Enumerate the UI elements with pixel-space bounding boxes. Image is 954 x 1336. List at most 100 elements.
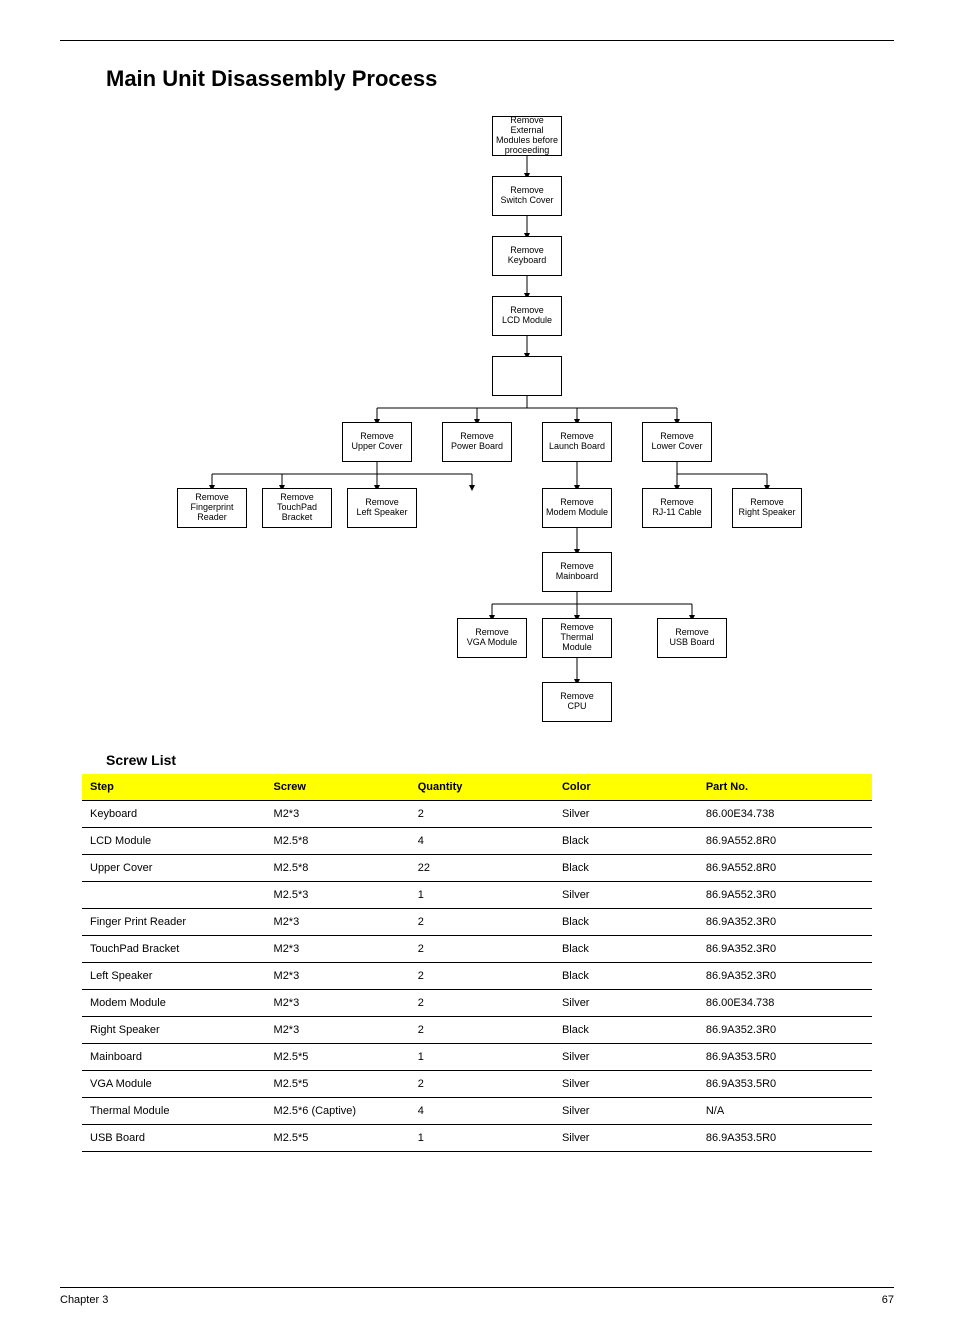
table-cell: 2 (410, 936, 554, 963)
table-row: M2.5*31Silver86.9A552.3R0 (82, 882, 872, 909)
table-row: Finger Print ReaderM2*32Black86.9A352.3R… (82, 909, 872, 936)
table-cell: Silver (554, 1044, 698, 1071)
box-usb-board: RemoveUSB Board (657, 618, 727, 658)
table-cell: Silver (554, 882, 698, 909)
table-row: Thermal ModuleM2.5*6 (Captive)4SilverN/A (82, 1098, 872, 1125)
table-cell: Silver (554, 990, 698, 1017)
table-cell: Black (554, 855, 698, 882)
box-vga-module: RemoveVGA Module (457, 618, 527, 658)
table-cell (82, 882, 266, 909)
table-cell: 1 (410, 1125, 554, 1152)
table-row: LCD ModuleM2.5*84Black86.9A552.8R0 (82, 828, 872, 855)
page-footer: Chapter 3 67 (60, 1287, 894, 1306)
table-cell: Black (554, 828, 698, 855)
table-cell: 2 (410, 1017, 554, 1044)
box-switch-cover: RemoveSwitch Cover (492, 176, 562, 216)
table-cell: Black (554, 1017, 698, 1044)
table-cell: 86.9A353.5R0 (698, 1125, 872, 1152)
table-cell: Right Speaker (82, 1017, 266, 1044)
table-cell: Upper Cover (82, 855, 266, 882)
table-cell: 86.9A552.8R0 (698, 828, 872, 855)
footer-rule (60, 1287, 894, 1288)
table-row: Upper CoverM2.5*822Black86.9A552.8R0 (82, 855, 872, 882)
table-cell: Silver (554, 801, 698, 828)
table-cell: M2*3 (266, 909, 410, 936)
table-cell: 86.00E34.738 (698, 801, 872, 828)
box-mainboard: RemoveMainboard (542, 552, 612, 592)
box-fingerprint-reader: RemoveFingerprintReader (177, 488, 247, 528)
table-cell: M2.5*3 (266, 882, 410, 909)
box-external-modules: Remove ExternalModules beforeproceeding (492, 116, 562, 156)
table-cell: 86.00E34.738 (698, 990, 872, 1017)
th-partno: Part No. (698, 774, 872, 801)
table-cell: M2.5*5 (266, 1044, 410, 1071)
th-step: Step (82, 774, 266, 801)
box-lower-cover: RemoveLower Cover (642, 422, 712, 462)
box-rj11-cable: RemoveRJ-11 Cable (642, 488, 712, 528)
box-right-speaker: RemoveRight Speaker (732, 488, 802, 528)
table-row: MainboardM2.5*51Silver86.9A353.5R0 (82, 1044, 872, 1071)
table-row: USB BoardM2.5*51Silver86.9A353.5R0 (82, 1125, 872, 1152)
table-cell: Black (554, 909, 698, 936)
table-row: Right SpeakerM2*32Black86.9A352.3R0 (82, 1017, 872, 1044)
table-cell: TouchPad Bracket (82, 936, 266, 963)
th-color: Color (554, 774, 698, 801)
table-cell: 86.9A352.3R0 (698, 963, 872, 990)
table-cell: Left Speaker (82, 963, 266, 990)
table-cell: VGA Module (82, 1071, 266, 1098)
th-qty: Quantity (410, 774, 554, 801)
box-upper-cover: RemoveUpper Cover (342, 422, 412, 462)
table-cell: 2 (410, 801, 554, 828)
table-cell: M2.5*5 (266, 1125, 410, 1152)
box-keyboard: RemoveKeyboard (492, 236, 562, 276)
box-thermal-module: RemoveThermal Module (542, 618, 612, 658)
table-cell: 86.9A552.3R0 (698, 882, 872, 909)
box-power-board: RemovePower Board (442, 422, 512, 462)
table-cell: Mainboard (82, 1044, 266, 1071)
table-cell: Silver (554, 1125, 698, 1152)
table-cell: M2.5*8 (266, 828, 410, 855)
table-cell: Finger Print Reader (82, 909, 266, 936)
table-row: Modem ModuleM2*32Silver86.00E34.738 (82, 990, 872, 1017)
table-header-row: Step Screw Quantity Color Part No. (82, 774, 872, 801)
th-screw: Screw (266, 774, 410, 801)
table-row: KeyboardM2*32Silver86.00E34.738 (82, 801, 872, 828)
table-cell: M2*3 (266, 963, 410, 990)
table-cell: 2 (410, 990, 554, 1017)
table-cell: N/A (698, 1098, 872, 1125)
table-cell: 86.9A353.5R0 (698, 1071, 872, 1098)
table-cell: 86.9A352.3R0 (698, 1017, 872, 1044)
box-hidden-spacer (492, 356, 562, 396)
table-cell: 2 (410, 1071, 554, 1098)
screw-list-title: Screw List (106, 752, 894, 768)
table-cell: M2*3 (266, 1017, 410, 1044)
table-cell: Silver (554, 1098, 698, 1125)
footer-page-number: 67 (882, 1294, 894, 1306)
table-row: Left SpeakerM2*32Black86.9A352.3R0 (82, 963, 872, 990)
table-cell: Black (554, 963, 698, 990)
table-cell: LCD Module (82, 828, 266, 855)
table-cell: USB Board (82, 1125, 266, 1152)
table-cell: M2*3 (266, 990, 410, 1017)
box-left-speaker: RemoveLeft Speaker (347, 488, 417, 528)
table-row: TouchPad BracketM2*32Black86.9A352.3R0 (82, 936, 872, 963)
table-cell: 1 (410, 1044, 554, 1071)
table-row: VGA ModuleM2.5*52Silver86.9A353.5R0 (82, 1071, 872, 1098)
table-cell: Keyboard (82, 801, 266, 828)
table-cell: Silver (554, 1071, 698, 1098)
footer-chapter: Chapter 3 (60, 1294, 108, 1306)
table-cell: Modem Module (82, 990, 266, 1017)
table-cell: 86.9A552.8R0 (698, 855, 872, 882)
table-cell: 4 (410, 828, 554, 855)
box-modem-module: RemoveModem Module (542, 488, 612, 528)
table-cell: Thermal Module (82, 1098, 266, 1125)
table-cell: M2*3 (266, 936, 410, 963)
box-launch-board: RemoveLaunch Board (542, 422, 612, 462)
screw-list-table: Step Screw Quantity Color Part No. Keybo… (82, 774, 872, 1152)
disassembly-diagram: Remove ExternalModules beforeproceeding … (157, 98, 797, 738)
table-cell: M2.5*6 (Captive) (266, 1098, 410, 1125)
top-rule (60, 40, 894, 41)
table-cell: M2.5*5 (266, 1071, 410, 1098)
table-cell: 1 (410, 882, 554, 909)
table-cell: 22 (410, 855, 554, 882)
